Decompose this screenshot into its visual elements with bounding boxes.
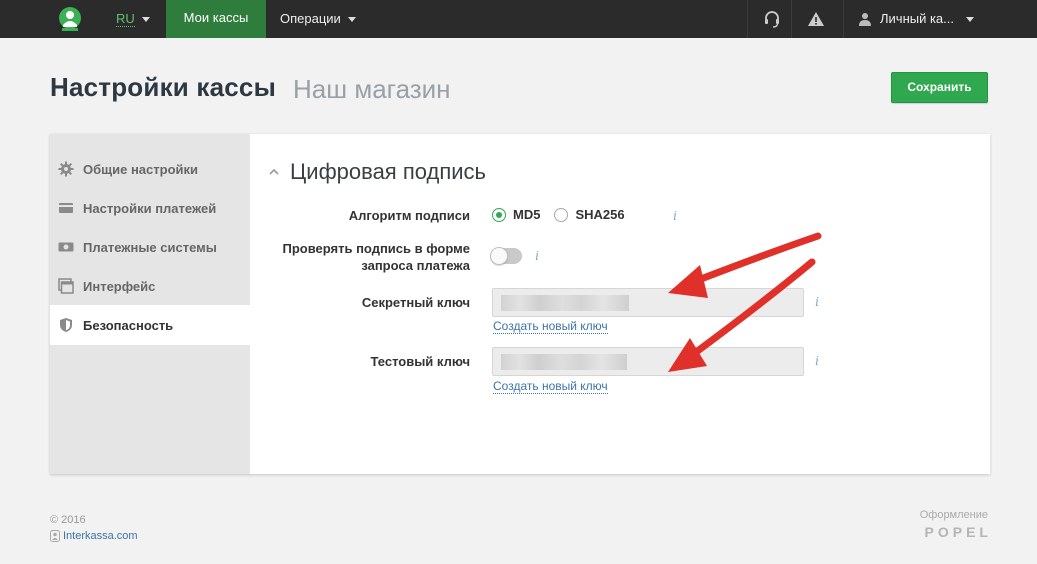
sidebar-item-label: Настройки платежей xyxy=(83,200,217,216)
sidebar-item-label: Общие настройки xyxy=(83,161,198,177)
nav-divider xyxy=(843,0,844,38)
language-label: RU xyxy=(116,10,135,27)
toggle-knob xyxy=(490,247,508,265)
verify-label-line1: Проверять подпись в форме xyxy=(282,241,470,256)
info-icon[interactable]: i xyxy=(668,209,682,223)
interkassa-small-icon xyxy=(50,530,60,542)
generate-secret-key-link[interactable]: Создать новый ключ xyxy=(493,319,608,334)
shield-icon xyxy=(60,318,72,332)
chevron-down-icon xyxy=(141,16,150,22)
secret-key-label: Секретный ключ xyxy=(361,295,470,310)
info-icon[interactable]: i xyxy=(810,354,824,368)
settings-sidebar: Общие настройки Настройки платежей Плате… xyxy=(50,134,250,474)
security-content: Цифровая подпись Алгоритм подписи MD5 SH… xyxy=(250,134,990,474)
blurred-key-value xyxy=(501,354,627,370)
interkassa-site-link[interactable]: Interkassa.com xyxy=(50,530,138,542)
money-icon xyxy=(58,242,74,252)
blurred-key-value xyxy=(501,295,629,311)
warning-icon[interactable] xyxy=(806,9,826,29)
top-navbar: RU Мои кассы Операции Личный ка... xyxy=(0,0,1037,38)
algorithm-label: Алгоритм подписи xyxy=(348,208,470,223)
radio-label: SHA256 xyxy=(575,207,625,222)
interkassa-logo-icon[interactable] xyxy=(58,6,82,32)
gear-icon xyxy=(58,161,74,177)
sidebar-item-payment-settings[interactable]: Настройки платежей xyxy=(50,188,250,228)
radio-label: MD5 xyxy=(513,207,541,222)
chevron-down-icon xyxy=(966,16,975,22)
info-icon[interactable]: i xyxy=(530,249,544,263)
verify-signature-toggle[interactable] xyxy=(490,247,522,265)
sidebar-item-label: Платежные системы xyxy=(83,239,217,255)
save-button[interactable]: Сохранить xyxy=(891,72,988,103)
page-subtitle: Наш магазин xyxy=(293,74,451,104)
chevron-down-icon xyxy=(347,16,356,22)
nav-divider xyxy=(791,0,792,38)
secret-key-field[interactable] xyxy=(492,288,804,317)
language-selector[interactable]: RU xyxy=(116,0,150,38)
section-title: Цифровая подпись xyxy=(290,159,487,184)
sidebar-item-label: Безопасность xyxy=(83,317,174,333)
generate-test-key-link[interactable]: Создать новый ключ xyxy=(493,379,608,394)
page-title: Настройки кассы xyxy=(50,72,276,102)
sidebar-item-general[interactable]: Общие настройки xyxy=(50,149,250,189)
support-headset-icon[interactable] xyxy=(762,9,782,29)
window-icon xyxy=(58,278,74,294)
design-credit-brand[interactable]: POPEL xyxy=(925,524,992,540)
card-icon xyxy=(59,203,73,213)
algorithm-radio-group: MD5 SHA256 xyxy=(492,207,639,222)
info-icon[interactable]: i xyxy=(810,295,824,309)
chevron-up-icon xyxy=(269,168,279,175)
radio-sha256[interactable]: SHA256 xyxy=(554,207,625,222)
test-key-field[interactable] xyxy=(492,347,804,376)
verify-signature-label: Проверять подпись в форме запроса платеж… xyxy=(282,240,470,274)
account-menu[interactable]: Личный ка... xyxy=(858,0,975,38)
radio-circle[interactable] xyxy=(554,207,569,222)
user-icon xyxy=(859,13,871,26)
site-link-label: Interkassa.com xyxy=(63,530,138,542)
sidebar-item-payment-systems[interactable]: Платежные системы xyxy=(50,227,250,267)
radio-circle-checked[interactable] xyxy=(492,207,506,222)
account-label: Личный ка... xyxy=(880,11,955,26)
nav-divider xyxy=(747,0,748,38)
verify-label-line2: запроса платежа xyxy=(361,258,470,273)
section-header[interactable]: Цифровая подпись xyxy=(268,159,486,185)
nav-operations[interactable]: Операции xyxy=(280,0,356,38)
radio-md5[interactable]: MD5 xyxy=(492,207,540,222)
copyright: © 2016 xyxy=(50,514,86,526)
nav-my-cashboxes[interactable]: Мои кассы xyxy=(166,0,266,38)
nav-operations-label: Операции xyxy=(280,11,341,26)
sidebar-item-interface[interactable]: Интерфейс xyxy=(50,266,250,306)
sidebar-item-security[interactable]: Безопасность xyxy=(50,305,250,345)
design-credit-label: Оформление xyxy=(919,509,988,521)
sidebar-item-label: Интерфейс xyxy=(83,278,156,294)
settings-card: Общие настройки Настройки платежей Плате… xyxy=(50,134,990,474)
test-key-label: Тестовый ключ xyxy=(370,354,471,369)
